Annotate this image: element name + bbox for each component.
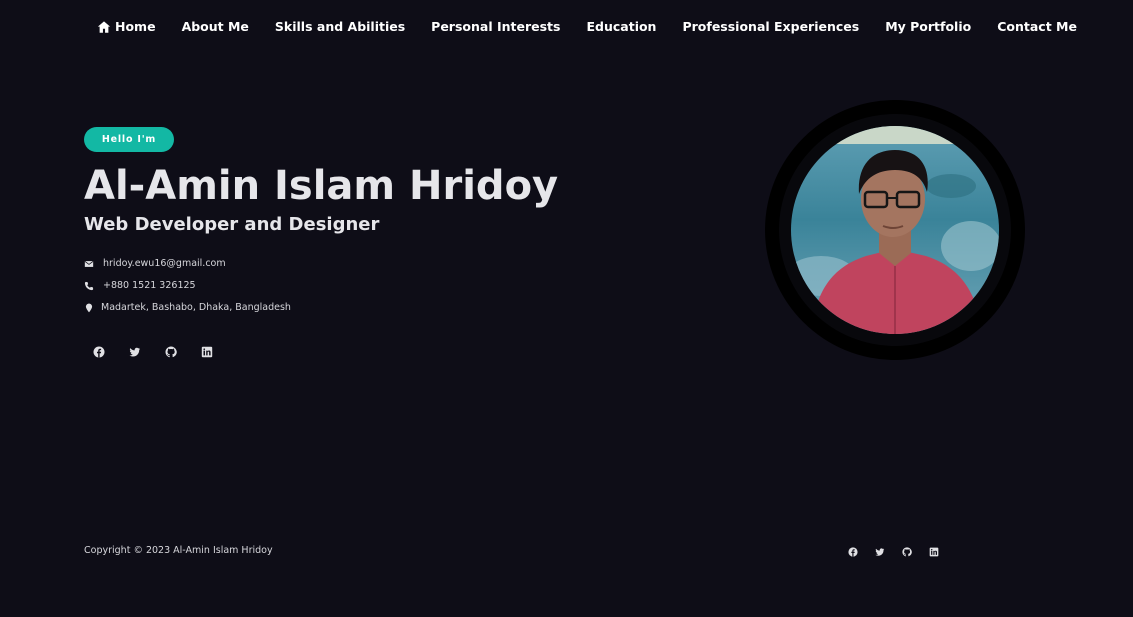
envelope-icon xyxy=(84,259,94,269)
home-icon xyxy=(97,20,111,34)
nav-item-contact[interactable]: Contact Me xyxy=(997,19,1077,34)
facebook-icon[interactable] xyxy=(847,546,858,557)
nav-item-label: Home xyxy=(115,19,156,34)
phone-icon xyxy=(84,281,94,291)
nav-item-interests[interactable]: Personal Interests xyxy=(431,19,560,34)
email-text: hridoy.ewu16@gmail.com xyxy=(103,258,226,269)
hero-name: Al-Amin Islam Hridoy xyxy=(84,163,559,209)
github-icon[interactable] xyxy=(164,345,178,359)
address-text: Madartek, Bashabo, Dhaka, Bangladesh xyxy=(101,302,291,313)
hero-role: Web Developer and Designer xyxy=(84,214,380,235)
avatar xyxy=(791,126,999,334)
linkedin-icon[interactable] xyxy=(200,345,214,359)
facebook-icon[interactable] xyxy=(92,345,106,359)
copyright-text: Copyright © 2023 Al-Amin Islam Hridoy xyxy=(84,545,273,556)
footer-social-links xyxy=(847,546,955,557)
nav-item-skills[interactable]: Skills and Abilities xyxy=(275,19,405,34)
twitter-icon[interactable] xyxy=(128,345,142,359)
contact-phone[interactable]: +880 1521 326125 xyxy=(84,280,196,291)
nav-item-label: Personal Interests xyxy=(431,19,561,34)
main-nav: Home About Me Skills and Abilities Perso… xyxy=(97,19,1077,34)
portfolio-page: Home About Me Skills and Abilities Perso… xyxy=(0,0,1133,617)
linkedin-icon[interactable] xyxy=(928,546,939,557)
contact-address: Madartek, Bashabo, Dhaka, Bangladesh xyxy=(84,302,291,313)
nav-item-label: My Portfolio xyxy=(885,19,972,34)
nav-item-about-me[interactable]: About Me xyxy=(182,19,249,34)
nav-item-experiences[interactable]: Professional Experiences xyxy=(682,19,859,34)
hero-social-links xyxy=(92,345,236,359)
phone-text: +880 1521 326125 xyxy=(103,280,196,291)
nav-item-label: Education xyxy=(586,19,657,34)
nav-item-label: About Me xyxy=(181,19,249,34)
contact-email[interactable]: hridoy.ewu16@gmail.com xyxy=(84,258,226,269)
twitter-icon[interactable] xyxy=(874,546,885,557)
github-icon[interactable] xyxy=(901,546,912,557)
nav-item-label: Professional Experiences xyxy=(682,19,860,34)
map-marker-icon xyxy=(84,303,94,313)
nav-item-education[interactable]: Education xyxy=(586,19,656,34)
nav-item-label: Contact Me xyxy=(997,19,1077,34)
hello-badge: Hello I'm xyxy=(84,127,174,152)
nav-item-portfolio[interactable]: My Portfolio xyxy=(885,19,971,34)
nav-item-home[interactable]: Home xyxy=(97,19,156,34)
nav-item-label: Skills and Abilities xyxy=(274,19,406,34)
